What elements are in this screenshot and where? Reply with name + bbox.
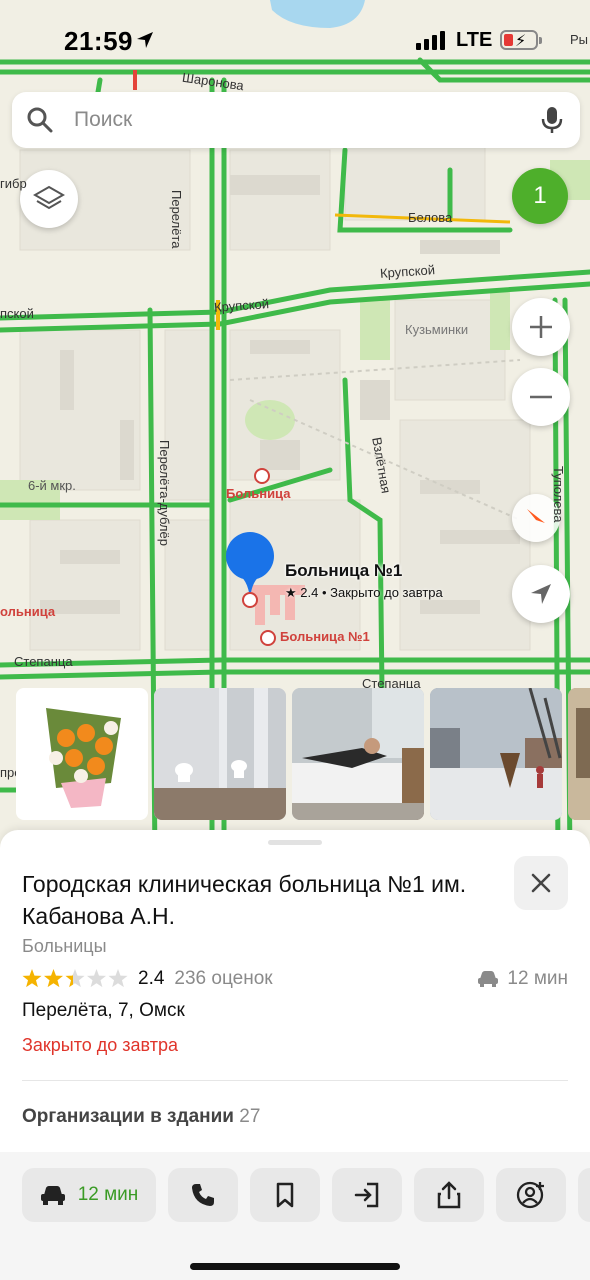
organizations-count: 27	[239, 1106, 261, 1127]
district-label: Кузьминки	[405, 322, 469, 337]
photo-carousel[interactable]	[16, 688, 590, 822]
hospital-poi-label[interactable]: Больница	[226, 486, 290, 501]
more-actions-button[interactable]	[578, 1168, 590, 1222]
entrance-button[interactable]	[332, 1168, 402, 1222]
entrance-icon	[354, 1182, 379, 1208]
street-photo[interactable]	[430, 688, 562, 820]
star-icon	[22, 969, 42, 988]
navigation-arrow-icon	[531, 584, 551, 604]
share-button[interactable]	[414, 1168, 484, 1222]
star-icon	[65, 969, 85, 988]
sheet-grabber[interactable]	[268, 840, 322, 845]
battery-icon: ⚡	[500, 30, 542, 50]
car-icon	[478, 971, 499, 987]
organizations-in-building[interactable]: Организации в здании 27	[22, 1106, 260, 1128]
street-label: Перелёта-дублёр	[157, 440, 172, 546]
status-time: 21:59	[64, 26, 133, 56]
working-hours-status[interactable]: Закрыто до завтра	[22, 1035, 178, 1056]
street-label: Белова	[408, 210, 453, 225]
organizations-label: Организации в здании	[22, 1106, 234, 1127]
street-label: пской	[0, 306, 34, 321]
divider	[22, 1080, 568, 1081]
selected-place-pin-icon[interactable]	[224, 532, 276, 612]
signal-icon	[416, 30, 445, 50]
call-button[interactable]	[168, 1168, 238, 1222]
street-label: Перелёта	[169, 190, 184, 249]
street-label: Ры	[570, 32, 589, 47]
star-icon	[43, 969, 64, 988]
star-icon	[108, 969, 128, 988]
street-label: Степанца	[14, 654, 73, 669]
ward-photo[interactable]	[292, 688, 424, 820]
close-button[interactable]	[514, 856, 568, 910]
travel-time-value: 12 мин	[507, 968, 568, 989]
close-icon	[531, 873, 551, 893]
bookmark-button[interactable]	[250, 1168, 320, 1222]
selected-place-title[interactable]: Больница №1	[285, 561, 402, 581]
route-eta: 12 мин	[77, 1184, 139, 1205]
my-location-button[interactable]	[512, 565, 570, 623]
hospital-poi-icon[interactable]	[260, 630, 276, 646]
network-type: LTE	[456, 29, 493, 51]
bouquet-photo[interactable]	[16, 688, 148, 820]
search-bar[interactable]: Поиск	[12, 92, 580, 148]
status-bar: 21:59 LTE ⚡	[0, 0, 590, 80]
selected-place-subtitle: ★ 2.4 • Закрыто до завтра	[285, 585, 443, 600]
minus-icon	[530, 395, 552, 399]
place-address[interactable]: Перелёта, 7, Омск	[22, 1000, 185, 1022]
action-bar: 12 мин	[0, 1152, 590, 1280]
restroom-photo[interactable]	[154, 688, 286, 820]
route-button[interactable]: 12 мин	[22, 1168, 156, 1222]
microphone-icon[interactable]	[540, 105, 564, 135]
plus-icon	[530, 316, 552, 338]
star-icon-group	[22, 969, 128, 988]
car-icon	[40, 1186, 65, 1205]
star-icon	[86, 969, 107, 988]
street-label: гибр	[0, 176, 27, 191]
traffic-level-badge[interactable]: 1	[512, 168, 568, 224]
home-indicator	[190, 1263, 400, 1270]
rating-value: 2.4	[138, 968, 165, 989]
search-input[interactable]: Поиск	[74, 108, 132, 132]
map-layers-button[interactable]	[20, 170, 78, 228]
zoom-out-button[interactable]	[512, 368, 570, 426]
rating-count: 236 оценок	[174, 968, 273, 989]
hospital-poi-label[interactable]: ольница	[0, 604, 55, 619]
hospital-poi-label[interactable]: Больница №1	[280, 629, 370, 644]
layers-icon	[33, 185, 65, 210]
add-contact-button[interactable]	[496, 1168, 566, 1222]
district-label: 6-й мкр.	[28, 478, 76, 493]
phone-icon	[192, 1184, 214, 1206]
map-view[interactable]: 21:59 LTE ⚡ Поиск 1 Шаронова Белова Круп…	[0, 0, 590, 860]
zoom-in-button[interactable]	[512, 298, 570, 356]
rating-stars	[22, 968, 128, 990]
hospital-poi-icon[interactable]	[254, 468, 270, 484]
share-icon	[437, 1181, 461, 1209]
user-plus-icon	[516, 1181, 544, 1209]
place-category[interactable]: Больницы	[22, 936, 107, 957]
corridor-photo[interactable]	[568, 688, 590, 820]
location-arrow-icon	[137, 32, 153, 48]
search-icon	[27, 107, 53, 133]
bookmark-icon	[276, 1182, 294, 1208]
place-title: Городская клиническая больница №1 им. Ка…	[22, 871, 467, 929]
street-label: Туполева	[551, 466, 566, 523]
rating-row[interactable]: 2.4 236 оценок	[22, 968, 273, 990]
travel-time[interactable]: 12 мин	[477, 968, 568, 990]
compass-icon	[527, 509, 545, 523]
place-card[interactable]: Городская клиническая больница №1 им. Ка…	[0, 830, 590, 1280]
